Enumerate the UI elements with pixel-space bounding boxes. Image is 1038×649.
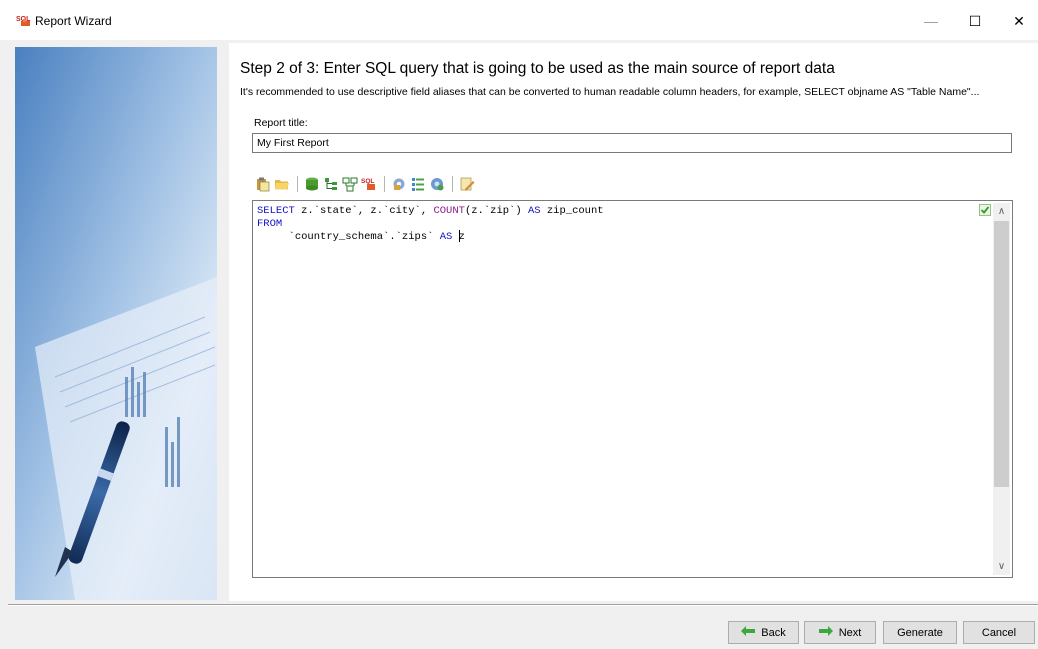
editor-vertical-scrollbar[interactable]: ∧ ∨ [993, 203, 1010, 575]
close-button[interactable]: ✕ [1001, 6, 1037, 36]
step-description: It's recommended to use descriptive fiel… [240, 86, 980, 98]
svg-text:SQL: SQL [361, 178, 374, 185]
sql-app-icon: SQL [16, 13, 32, 27]
toolbar-separator [384, 176, 385, 192]
minimize-button[interactable]: — [913, 6, 949, 36]
footer-divider-highlight [8, 605, 1038, 606]
edit-icon[interactable] [458, 175, 476, 193]
sql-text: zip_count [540, 205, 604, 217]
settings-icon[interactable] [390, 175, 408, 193]
sql-icon[interactable]: SQL [360, 175, 378, 193]
sql-text: (z.`zip`) [464, 205, 528, 217]
report-title-label: Report title: [254, 117, 308, 129]
back-button-label: Back [761, 626, 786, 639]
toolbar-separator [452, 176, 453, 192]
sql-editor[interactable]: SELECT z.`state`, z.`city`, COUNT(z.`zip… [252, 200, 1013, 578]
cancel-button[interactable]: Cancel [963, 621, 1035, 644]
back-button[interactable]: Back [728, 621, 799, 644]
check-icon [979, 204, 991, 216]
next-button[interactable]: Next [804, 621, 876, 644]
scrollbar-thumb[interactable] [994, 221, 1009, 487]
toolbar-separator [297, 176, 298, 192]
sql-toolbar: SQL [254, 174, 477, 194]
sql-indent [257, 231, 289, 243]
title-bar: SQL Report Wizard — ☐ ✕ [0, 0, 1038, 40]
arrow-left-icon [741, 626, 756, 639]
chevron-up-icon[interactable]: ∧ [993, 203, 1010, 220]
next-button-label: Next [838, 626, 862, 639]
sql-keyword: AS [439, 230, 453, 243]
wizard-banner-image [15, 47, 217, 600]
sql-alias: z [458, 230, 465, 243]
gear-icon[interactable] [428, 175, 446, 193]
step-title: Step 2 of 3: Enter SQL query that is goi… [240, 60, 835, 77]
query-builder-icon[interactable] [341, 175, 359, 193]
sql-keyword: FROM [257, 217, 283, 230]
sql-keyword: SELECT [257, 205, 295, 217]
generate-button[interactable]: Generate [883, 621, 957, 644]
list-icon[interactable] [409, 175, 427, 193]
open-folder-icon[interactable] [273, 175, 291, 193]
sql-text: `country_schema`.`zips` [288, 230, 440, 243]
report-title-input[interactable]: My First Report [252, 133, 1012, 153]
window-title: Report Wizard [35, 14, 112, 28]
sql-function: COUNT [433, 205, 465, 217]
arrow-right-icon [818, 626, 833, 639]
maximize-button[interactable]: ☐ [957, 6, 993, 36]
paste-icon[interactable] [254, 175, 272, 193]
chevron-down-icon[interactable]: ∨ [993, 558, 1010, 575]
database-icon[interactable] [303, 175, 321, 193]
sql-code[interactable]: SELECT z.`state`, z.`city`, COUNT(z.`zip… [257, 205, 604, 243]
sql-text: z.`state`, z.`city`, [294, 205, 434, 217]
tree-icon[interactable] [322, 175, 340, 193]
sql-keyword: AS [527, 205, 541, 217]
